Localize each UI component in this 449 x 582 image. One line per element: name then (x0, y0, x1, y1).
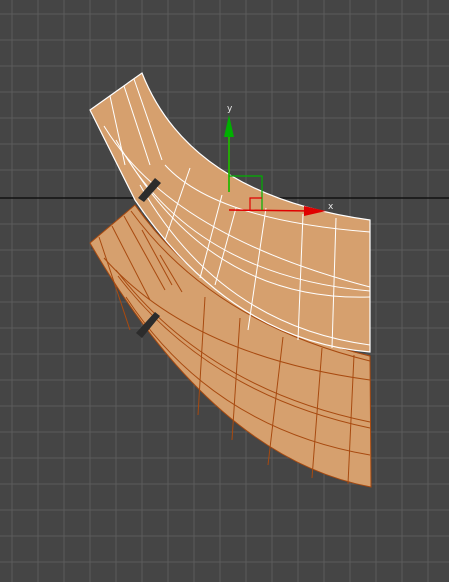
perspective-viewport[interactable]: y x (0, 0, 449, 582)
gizmo-x-label: x (328, 202, 334, 212)
gizmo-x-axis[interactable] (228, 209, 313, 212)
gizmo-y-label: y (227, 104, 233, 114)
